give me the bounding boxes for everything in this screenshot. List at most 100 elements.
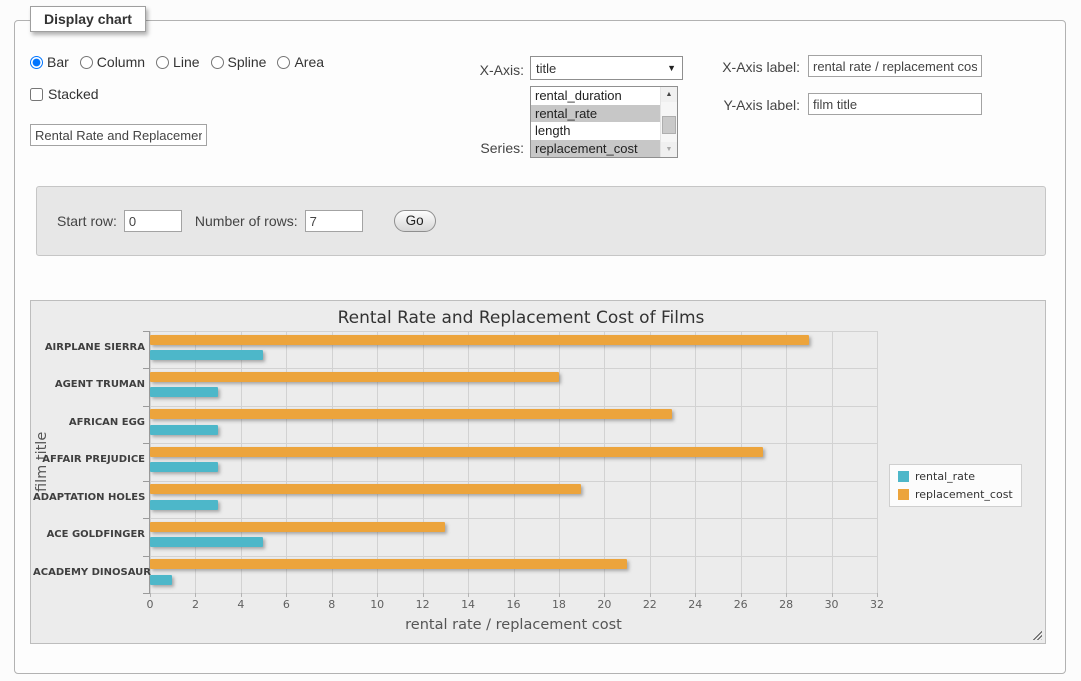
number-of-rows-label: Number of rows: bbox=[195, 213, 298, 229]
chart-type-radio-column[interactable] bbox=[80, 56, 93, 69]
listbox-scrollbar[interactable]: ▲ ▼ bbox=[660, 87, 677, 157]
series-listbox[interactable]: rental_durationrental_ratelengthreplacem… bbox=[530, 86, 678, 158]
x-axis-label-input[interactable] bbox=[808, 55, 982, 77]
category-label: AFRICAN EGG bbox=[33, 418, 145, 428]
y-axis-label-label: Y-Axis label: bbox=[710, 97, 800, 113]
bar-replacement_cost bbox=[150, 447, 763, 457]
chart-type-radios: Bar Column Line Spline Area bbox=[30, 54, 324, 70]
gridline-vertical bbox=[604, 331, 605, 593]
y-tick-mark bbox=[143, 593, 150, 594]
x-axis-select-value: title bbox=[536, 61, 556, 76]
y-axis-label-input[interactable] bbox=[808, 93, 982, 115]
chart-type-option-bar[interactable]: Bar bbox=[30, 54, 69, 70]
gridline-horizontal bbox=[150, 331, 877, 332]
x-tick-mark bbox=[650, 593, 651, 597]
bar-rental_rate bbox=[150, 462, 218, 472]
stacked-row[interactable]: Stacked bbox=[30, 86, 99, 102]
bar-replacement_cost bbox=[150, 372, 559, 382]
chart-type-option-column[interactable]: Column bbox=[80, 54, 145, 70]
legend-label: replacement_cost bbox=[915, 488, 1013, 501]
x-tick-label: 2 bbox=[180, 598, 210, 611]
x-tick-mark bbox=[559, 593, 560, 597]
x-tick-mark bbox=[877, 593, 878, 597]
bar-replacement_cost bbox=[150, 559, 627, 569]
page: Display chart Bar Column Line Spline Area St… bbox=[0, 0, 1081, 681]
x-tick-mark bbox=[150, 593, 151, 597]
x-tick-mark bbox=[377, 593, 378, 597]
y-tick-mark bbox=[143, 556, 150, 557]
bar-replacement_cost bbox=[150, 409, 672, 419]
gridline-vertical bbox=[877, 331, 878, 593]
chart-type-radio-bar[interactable] bbox=[30, 56, 43, 69]
legend-item-replacement_cost[interactable]: replacement_cost bbox=[898, 488, 1013, 501]
series-option-length[interactable]: length bbox=[531, 122, 660, 140]
series-option-rental_duration[interactable]: rental_duration bbox=[531, 87, 660, 105]
chart-title-input[interactable] bbox=[30, 124, 207, 146]
bar-replacement_cost bbox=[150, 335, 809, 345]
resize-handle-icon[interactable] bbox=[1031, 629, 1042, 640]
x-tick-mark bbox=[695, 593, 696, 597]
bar-rental_rate bbox=[150, 575, 172, 585]
series-option-replacement_cost[interactable]: replacement_cost bbox=[531, 140, 660, 158]
x-axis-select[interactable]: title ▼ bbox=[530, 56, 683, 80]
x-tick-label: 8 bbox=[317, 598, 347, 611]
x-tick-label: 4 bbox=[226, 598, 256, 611]
x-tick-label: 30 bbox=[817, 598, 847, 611]
category-label: ADAPTATION HOLES bbox=[33, 493, 145, 503]
legend-label: rental_rate bbox=[915, 470, 975, 483]
x-tick-label: 6 bbox=[271, 598, 301, 611]
chart-type-option-spline[interactable]: Spline bbox=[211, 54, 267, 70]
scroll-up-icon[interactable]: ▲ bbox=[661, 87, 677, 102]
scrollbar-thumb[interactable] bbox=[662, 116, 676, 134]
x-tick-label: 22 bbox=[635, 598, 665, 611]
chart-type-radio-area[interactable] bbox=[277, 56, 290, 69]
series-option-rental_rate[interactable]: rental_rate bbox=[531, 105, 660, 123]
gridline-vertical bbox=[241, 331, 242, 593]
bar-rental_rate bbox=[150, 387, 218, 397]
chart-type-option-area[interactable]: Area bbox=[277, 54, 324, 70]
fieldset-legend: Display chart bbox=[30, 6, 146, 32]
x-tick-label: 20 bbox=[589, 598, 619, 611]
x-tick-label: 32 bbox=[862, 598, 892, 611]
chart-type-option-line[interactable]: Line bbox=[156, 54, 199, 70]
category-label: ACE GOLDFINGER bbox=[33, 530, 145, 540]
legend-item-rental_rate[interactable]: rental_rate bbox=[898, 470, 1013, 483]
x-tick-label: 18 bbox=[544, 598, 574, 611]
x-tick-mark bbox=[286, 593, 287, 597]
legend-swatch-replacement_cost bbox=[898, 489, 909, 500]
x-tick-label: 24 bbox=[680, 598, 710, 611]
start-row-label: Start row: bbox=[57, 213, 117, 229]
y-tick-mark bbox=[143, 368, 150, 369]
gridline-vertical bbox=[332, 331, 333, 593]
stacked-checkbox-input[interactable] bbox=[30, 88, 43, 101]
gridline-horizontal bbox=[150, 556, 877, 557]
bar-replacement_cost bbox=[150, 484, 581, 494]
chart-type-radio-spline[interactable] bbox=[211, 56, 224, 69]
x-tick-mark bbox=[468, 593, 469, 597]
series-options: rental_durationrental_ratelengthreplacem… bbox=[531, 87, 660, 157]
x-tick-mark bbox=[195, 593, 196, 597]
scroll-down-icon[interactable]: ▼ bbox=[661, 142, 677, 157]
bar-rental_rate bbox=[150, 500, 218, 510]
x-tick-mark bbox=[332, 593, 333, 597]
gridline-horizontal bbox=[150, 406, 877, 407]
number-of-rows-input[interactable] bbox=[305, 210, 363, 232]
x-tick-mark bbox=[832, 593, 833, 597]
y-tick-mark bbox=[143, 443, 150, 444]
plot-area bbox=[150, 331, 877, 593]
go-button[interactable]: Go bbox=[394, 210, 436, 232]
category-label: ACADEMY DINOSAUR bbox=[33, 568, 145, 578]
x-tick-label: 12 bbox=[408, 598, 438, 611]
gridline-vertical bbox=[650, 331, 651, 593]
start-row-input[interactable] bbox=[124, 210, 182, 232]
gridline-vertical bbox=[423, 331, 424, 593]
x-tick-label: 16 bbox=[499, 598, 529, 611]
chart-type-radio-line[interactable] bbox=[156, 56, 169, 69]
chart-panel: Rental Rate and Replacement Cost of Film… bbox=[30, 300, 1046, 644]
x-axis-label-label: X-Axis label: bbox=[710, 59, 800, 75]
x-axis-title: rental rate / replacement cost bbox=[150, 617, 877, 633]
x-tick-mark bbox=[741, 593, 742, 597]
x-tick-label: 14 bbox=[453, 598, 483, 611]
bar-rental_rate bbox=[150, 537, 263, 547]
x-tick-label: 0 bbox=[135, 598, 165, 611]
